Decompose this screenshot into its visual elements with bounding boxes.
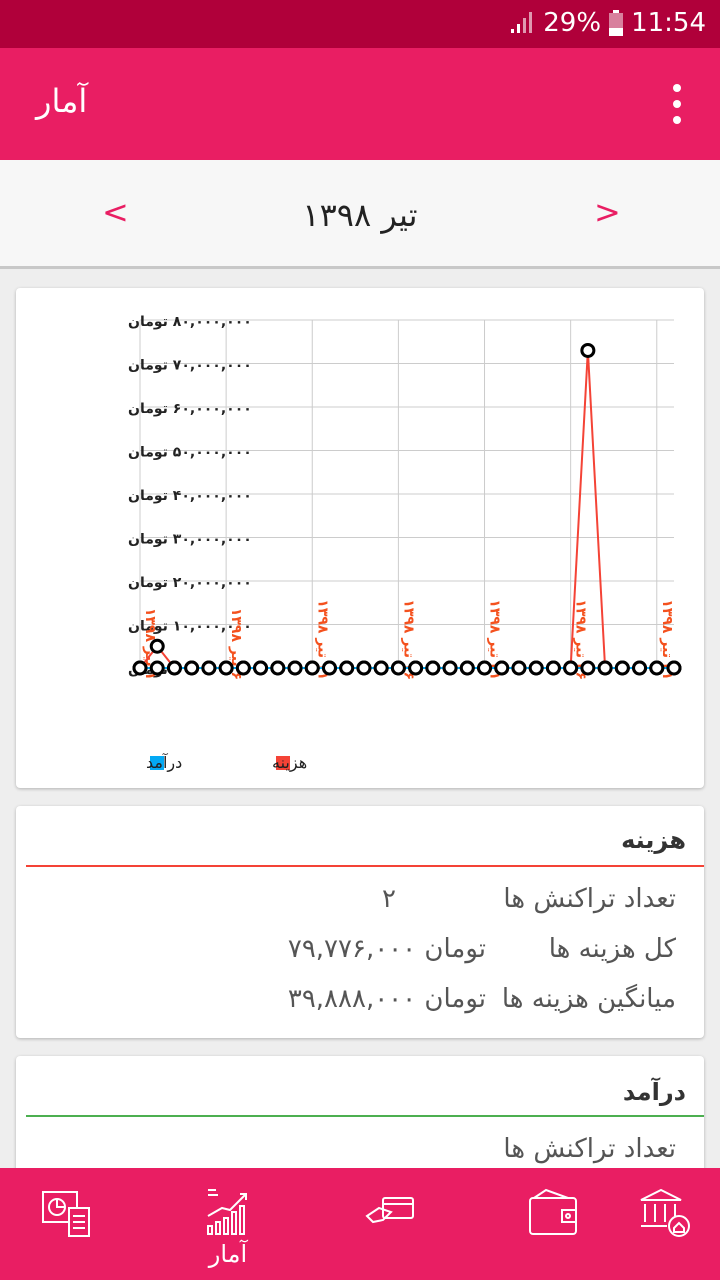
expense-title: هزینه (621, 826, 686, 854)
nav-wallet[interactable] (499, 1168, 609, 1280)
y-tick-label: ۴۰,۰۰۰,۰۰۰ تومان (128, 488, 252, 504)
y-tick-label: ۲۰,۰۰۰,۰۰۰ تومان (128, 575, 252, 591)
y-tick-label: ۶۰,۰۰۰,۰۰۰ تومان (128, 401, 252, 417)
expense-row: کل هزینه ها ۷۹,۷۷۶,۰۰۰ تومان (16, 934, 704, 974)
data-point (304, 660, 320, 676)
data-point (408, 660, 424, 676)
expense-row: میانگین هزینه ها ۳۹,۸۸۸,۰۰۰ تومان (16, 984, 704, 1024)
data-point (184, 660, 200, 676)
data-point (339, 660, 355, 676)
status-right: 29% 11:54 (509, 8, 706, 38)
y-tick-label: ۳۰,۰۰۰,۰۰۰ تومان (128, 532, 252, 548)
data-point (563, 660, 579, 676)
data-point (494, 660, 510, 676)
data-point (632, 660, 648, 676)
next-month-button[interactable]: > (594, 196, 621, 228)
income-summary-card: درآمد تعداد تراکنش ها (16, 1056, 704, 1186)
data-point (425, 660, 441, 676)
page-title: آمار (36, 82, 88, 120)
data-point (528, 660, 544, 676)
nav-payment[interactable] (336, 1168, 446, 1280)
stats-chart-icon (207, 1189, 247, 1235)
month-selector: < تیر ۱۳۹۸ > (0, 160, 720, 269)
nav-calculator[interactable] (10, 1168, 120, 1280)
data-point (149, 638, 165, 654)
data-point (270, 660, 286, 676)
legend-label: هزینه (272, 753, 307, 773)
data-point (442, 660, 458, 676)
data-point (253, 660, 269, 676)
income-count-label: تعداد تراکنش ها (503, 1134, 676, 1164)
y-tick-label: ۵۰,۰۰۰,۰۰۰ تومان (128, 445, 252, 461)
data-point (597, 660, 613, 676)
expense-total-value: ۷۹,۷۷۶,۰۰۰ تومان (287, 934, 486, 964)
data-point (477, 660, 493, 676)
y-tick-label: ۸۰,۰۰۰,۰۰۰ تومان (128, 314, 252, 330)
data-point (580, 660, 596, 676)
data-point (390, 660, 406, 676)
battery-percent: 29% (543, 8, 602, 38)
clock: 11:54 (631, 8, 706, 38)
bottom-navigation: آمار (0, 1168, 720, 1280)
data-point (545, 660, 561, 676)
data-point (149, 660, 165, 676)
legend-label: درآمد (146, 753, 182, 773)
data-point (287, 660, 303, 676)
wallet-icon (529, 1188, 577, 1235)
income-title: درآمد (622, 1078, 686, 1106)
data-point (218, 660, 234, 676)
data-point (580, 342, 596, 358)
data-point (132, 660, 148, 676)
data-point (356, 660, 372, 676)
battery-icon (609, 10, 624, 36)
expense-row: تعداد تراکنش ها ۲ (16, 884, 704, 924)
menu-dots-icon[interactable] (662, 84, 692, 124)
income-divider (26, 1115, 704, 1117)
calculator-icon (42, 1191, 90, 1237)
line-chart: ۰ تومان۱۰,۰۰۰,۰۰۰ تومان۲۰,۰۰۰,۰۰۰ تومان۳… (128, 314, 682, 773)
data-point (201, 660, 217, 676)
expense-divider (26, 865, 704, 867)
y-tick-label: ۷۰,۰۰۰,۰۰۰ تومان (128, 358, 252, 374)
chart-card: ۰ تومان۱۰,۰۰۰,۰۰۰ تومان۲۰,۰۰۰,۰۰۰ تومان۳… (16, 288, 704, 788)
expense-count-value: ۲ (382, 884, 396, 914)
data-point (373, 660, 389, 676)
nav-stats-label: آمار (208, 1240, 248, 1268)
signal-icon (511, 12, 533, 33)
data-point (321, 660, 337, 676)
data-point (166, 660, 182, 676)
data-point (511, 660, 527, 676)
expense-total-label: کل هزینه ها (548, 934, 676, 964)
nav-stats[interactable]: آمار (173, 1168, 283, 1280)
data-point (614, 660, 630, 676)
nav-bank[interactable] (610, 1168, 720, 1280)
expense-summary-card: هزینه تعداد تراکنش ها ۲ کل هزینه ها ۷۹,۷… (16, 806, 704, 1038)
bank-icon (640, 1188, 690, 1237)
data-point (235, 660, 251, 676)
card-payment-icon (365, 1197, 414, 1224)
expense-count-label: تعداد تراکنش ها (503, 884, 676, 914)
expense-average-value: ۳۹,۸۸۸,۰۰۰ تومان (287, 984, 486, 1014)
data-point (666, 660, 682, 676)
app-bar: آمار (0, 48, 720, 160)
status-bar: 29% 11:54 (0, 0, 720, 48)
expense-average-label: میانگین هزینه ها (501, 984, 676, 1014)
data-point (459, 660, 475, 676)
data-point (649, 660, 665, 676)
